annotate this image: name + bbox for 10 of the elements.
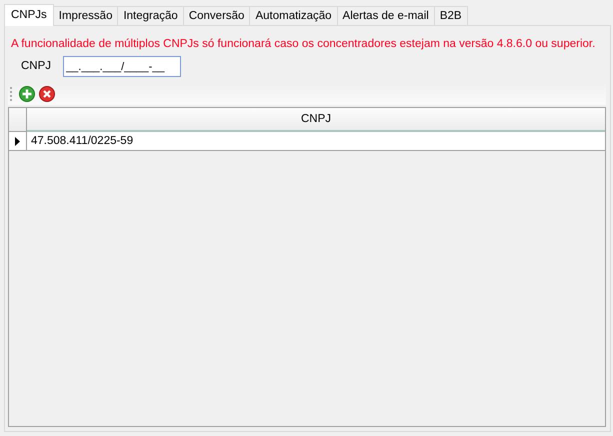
cnpj-input-field[interactable]: __.___.___/____-__ xyxy=(63,56,182,78)
table-cell-text: 47.508.411/0225-59 xyxy=(30,134,134,150)
current-row-icon xyxy=(15,136,20,146)
column-header[interactable]: CNPJ xyxy=(27,108,605,132)
tab[interactable]: CNPJs xyxy=(4,4,54,26)
add-icon[interactable] xyxy=(19,86,35,102)
tab[interactable]: B2B xyxy=(434,6,468,25)
field-label: CNPJ xyxy=(21,59,52,74)
delete-icon[interactable] xyxy=(39,86,55,102)
warning-text: A funcionalidade de múltiplos CNPJs só funcionará caso os concentradores estejam na versão 4.8.6.0 ou superior. xyxy=(10,37,596,52)
